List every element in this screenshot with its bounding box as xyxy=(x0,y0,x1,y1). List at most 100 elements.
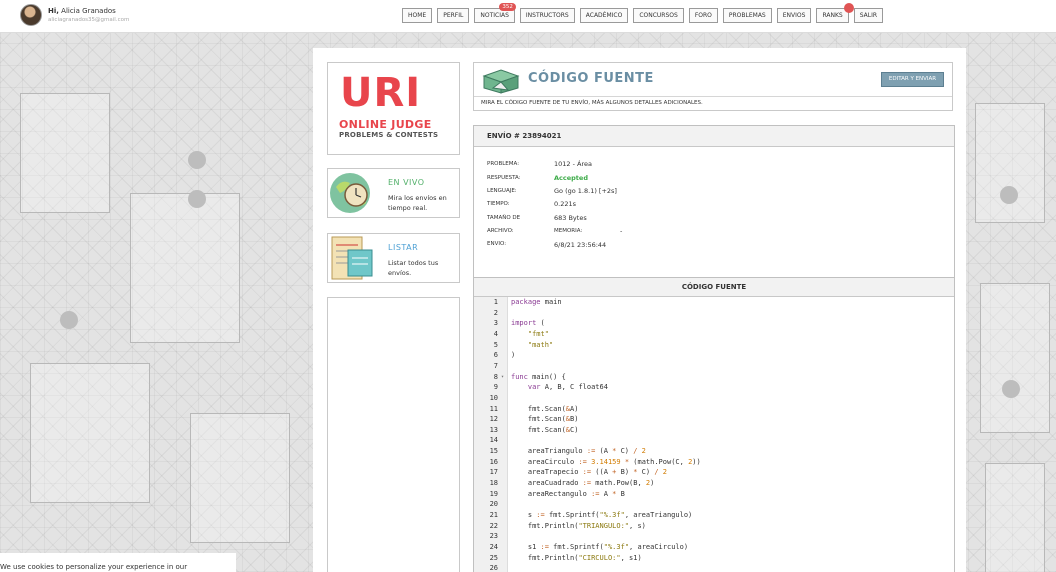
line-number: 3 xyxy=(493,319,498,328)
nav-envios[interactable]: ENVIOS xyxy=(776,8,812,23)
code-line[interactable]: 26 xyxy=(474,563,954,572)
code-line[interactable]: 15 areaTriangulo := (A * C) / 2 xyxy=(474,446,954,457)
file-label: ARCHIVO: xyxy=(487,228,514,234)
code-text: fmt.Println("CIRCULO:", s1) xyxy=(511,553,642,562)
live-card[interactable]: EN VIVO Mira los envíos en tiempo real. xyxy=(327,168,460,218)
sent-label: ENVIO: xyxy=(487,241,507,247)
code-line[interactable]: 24 s1 := fmt.Sprintf("%.3f", areaCirculo… xyxy=(474,542,954,553)
live-description: Mira los envíos en tiempo real. xyxy=(388,194,447,212)
code-line[interactable]: 13 fmt.Scan(&C) xyxy=(474,425,954,436)
nav-ranks[interactable]: RANKS xyxy=(816,3,854,23)
code-text: "fmt" xyxy=(527,329,549,338)
code-line[interactable]: 4 "fmt" xyxy=(474,329,954,340)
fold-icon[interactable]: ▾ xyxy=(501,372,504,383)
line-number: 21 xyxy=(489,511,498,519)
code-line[interactable]: 8 ▾ func main() { xyxy=(474,372,954,383)
code-line[interactable]: 22 fmt.Println("TRIANGULO:", s) xyxy=(474,521,954,532)
code-line[interactable]: 18 areaCuadrado := math.Pow(B, 2) xyxy=(474,478,954,489)
code-text: ) xyxy=(511,351,516,360)
cookie-notice: We use cookies to personalize your exper… xyxy=(0,553,236,572)
code-line[interactable]: 21 s := fmt.Sprintf("%.3f", areaTriangul… xyxy=(474,510,954,521)
code-line[interactable]: 19 areaRectangulo := A * B xyxy=(474,489,954,500)
line-number: 9 xyxy=(493,383,498,392)
live-title: EN VIVO xyxy=(388,178,425,187)
line-number: 23 xyxy=(489,532,498,541)
code-line[interactable]: 16 areaCirculo := 3.14159 * (math.Pow(C,… xyxy=(474,457,954,468)
code-line[interactable]: 2 xyxy=(474,308,954,319)
user-greeting: Hi, Alicia Granados xyxy=(48,7,116,15)
code-text: fmt.Scan(&B) xyxy=(511,415,579,424)
code-text: fmt.Scan(&C) xyxy=(511,425,579,434)
line-number: 10 xyxy=(489,393,498,402)
line-number: 18 xyxy=(489,479,498,488)
code-line[interactable]: 1 package main xyxy=(474,297,954,308)
line-number: 17 xyxy=(489,468,498,477)
open-box-icon xyxy=(482,69,520,94)
line-number: 15 xyxy=(489,447,498,456)
line-number: 12 xyxy=(489,415,498,424)
problem-label: PROBLEMA: xyxy=(487,161,520,167)
code-text: areaCirculo := 3.14159 * (math.Pow(C, 2)… xyxy=(511,457,701,466)
sent-value: 6/8/21 23:56:44 xyxy=(554,241,607,249)
line-number: 22 xyxy=(489,521,498,530)
nav-problemas[interactable]: PROBLEMAS xyxy=(722,8,772,23)
nav-home[interactable]: HOME xyxy=(402,8,433,23)
code-line[interactable]: 10 xyxy=(474,393,954,404)
submission-header: ENVÍO # 23894021 xyxy=(474,126,954,147)
source-header: CÓDIGO FUENTE EDITAR Y ENVIAR MIRA EL CÓ… xyxy=(473,62,953,111)
line-number: 14 xyxy=(489,436,498,445)
logo-online-judge-text: ONLINE JUDGE xyxy=(339,118,432,131)
code-text: fmt.Println("TRIANGULO:", s) xyxy=(511,521,646,530)
code-line[interactable]: 9 var A, B, C float64 xyxy=(474,382,954,393)
edit-and-submit-button[interactable]: EDITAR Y ENVIAR xyxy=(881,72,944,87)
nav-perfil[interactable]: PERFIL xyxy=(437,8,470,23)
list-title: LISTAR xyxy=(388,243,419,252)
code-text: import ( xyxy=(511,319,545,328)
code-text: var A, B, C float64 xyxy=(527,383,608,392)
nav-instructors[interactable]: INSTRUCTORS xyxy=(519,8,575,23)
code-line[interactable]: 14 xyxy=(474,435,954,446)
list-description: Listar todos tus envíos. xyxy=(388,259,439,277)
answer-label: RESPUESTA: xyxy=(487,175,521,181)
greeting-prefix: Hi, xyxy=(48,7,59,15)
line-number: 5 xyxy=(493,340,498,349)
code-line[interactable]: 7 xyxy=(474,361,954,372)
user-email: aliciagranados35@gmail.com xyxy=(48,17,130,23)
noticias-badge: 352 xyxy=(499,3,516,11)
nav-academico[interactable]: ACADÉMICO xyxy=(579,8,629,23)
nav-foro[interactable]: FORO xyxy=(688,8,718,23)
code-line[interactable]: 11 fmt.Scan(&A) xyxy=(474,404,954,415)
code-text: func main() { xyxy=(511,372,566,381)
line-number: 1 xyxy=(493,298,498,306)
code-text: areaTriangulo := (A * C) / 2 xyxy=(511,447,646,456)
avatar[interactable] xyxy=(20,4,42,26)
line-number: 16 xyxy=(489,457,498,466)
submission-details: ENVÍO # 23894021 PROBLEMA: 1012 - Área R… xyxy=(473,125,955,285)
code-text: s1 := fmt.Sprintf("%.3f", areaCirculo) xyxy=(511,542,689,551)
code-panel: CÓDIGO FUENTE 1 package main 2 3 import (4 "… xyxy=(473,277,955,572)
problem-value[interactable]: 1012 - Área xyxy=(554,160,592,168)
logo-problems-contests-text: PROBLEMS & CONTESTS xyxy=(339,131,439,139)
nav-concursos[interactable]: CONCURSOS xyxy=(633,8,684,23)
ranks-notification-dot xyxy=(843,3,854,13)
code-line[interactable]: 23 xyxy=(474,531,954,542)
list-card[interactable]: LISTAR Listar todos tus envíos. xyxy=(327,233,460,283)
top-bar: Hi, Alicia Granados aliciagranados35@gma… xyxy=(0,0,1056,33)
code-line[interactable]: 20 xyxy=(474,499,954,510)
code-text: "math" xyxy=(527,340,554,349)
code-line[interactable]: 12 fmt.Scan(&B) xyxy=(474,414,954,425)
nav-noticias[interactable]: NOTICIAS 352 xyxy=(474,3,516,23)
code-line[interactable]: 17 areaTrapecio := ((A + B) * C) / 2 xyxy=(474,467,954,478)
uri-logo[interactable]: URI ONLINE JUDGE PROBLEMS & CONTESTS xyxy=(327,62,460,155)
line-number: 25 xyxy=(489,553,498,562)
time-label: TIEMPO: xyxy=(487,201,510,207)
code-text: areaRectangulo := A * B xyxy=(511,489,625,498)
code-line[interactable]: 5 "math" xyxy=(474,340,954,351)
code-line[interactable]: 25 fmt.Println("CIRCULO:", s1) xyxy=(474,553,954,564)
nav-salir[interactable]: SALIR xyxy=(853,8,884,23)
code-line[interactable]: 3 import ( xyxy=(474,318,954,329)
size-value: 683 Bytes xyxy=(554,214,587,222)
code-text: package main xyxy=(511,298,562,306)
globe-clock-icon xyxy=(330,173,370,213)
code-line[interactable]: 6) xyxy=(474,350,954,361)
